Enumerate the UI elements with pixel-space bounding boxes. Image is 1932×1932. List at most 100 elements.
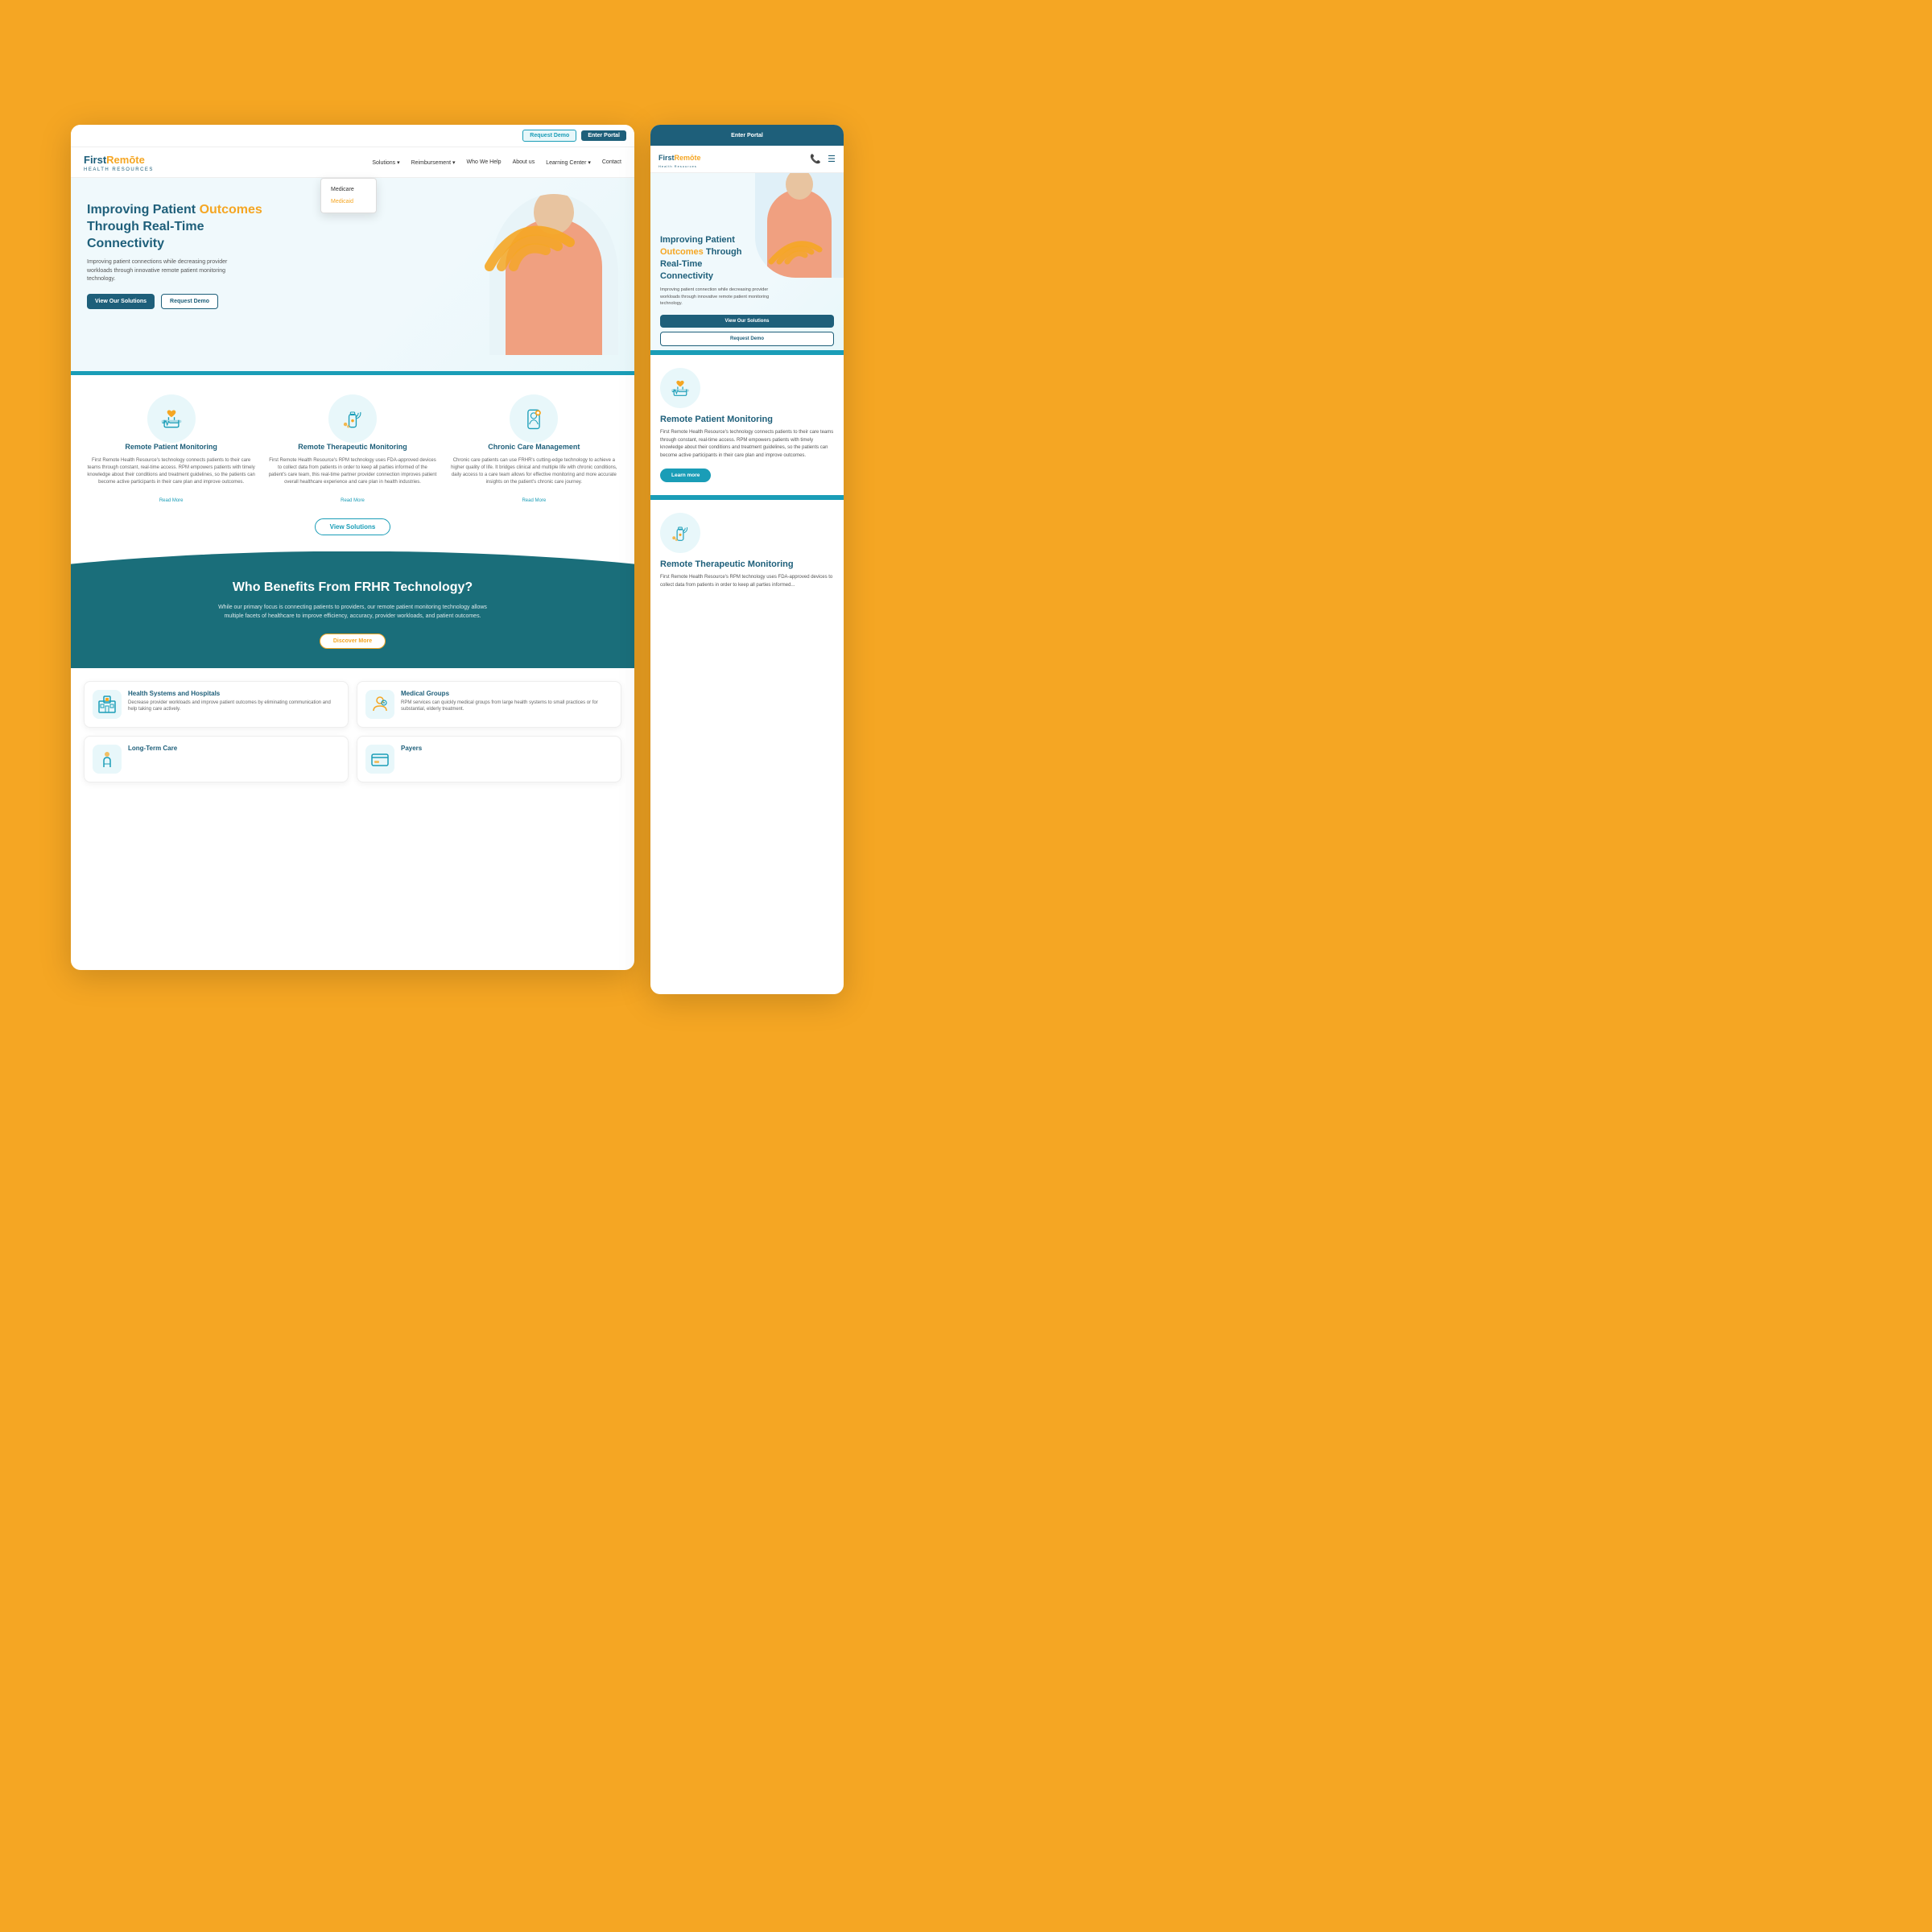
hero-wifi-graphic (457, 202, 586, 287)
ltc-icon (97, 749, 117, 769)
mobile-logo-sub: Health Resources (658, 164, 701, 168)
view-solutions-button[interactable]: View Our Solutions (87, 294, 155, 309)
benefit-card-health-systems: Health Systems and Hospitals Decrease pr… (84, 681, 349, 728)
mobile-rpm-title: Remote Patient Monitoring (660, 415, 834, 424)
mobile-wifi-svg (763, 229, 828, 270)
view-solutions-center: View Solutions (87, 518, 618, 535)
logo[interactable]: FirstRemōte HEALTH RESOURCES (84, 153, 154, 172)
solution-card-rtm: Remote Therapeutic Monitoring First Remo… (268, 394, 436, 506)
doctor-icon (370, 695, 390, 714)
mobile-rpm-icon (660, 368, 700, 408)
hero-title-highlight: Outcomes (200, 203, 262, 217)
nav-contact[interactable]: Contact (602, 159, 621, 165)
rtm-title: Remote Therapeutic Monitoring (268, 443, 436, 452)
desktop-topbar: Request Demo Enter Portal (71, 125, 634, 147)
hero-title-part1: Improving Patient Outcomes Through Real-… (87, 203, 262, 250)
hero-subtitle: Improving patient connections while decr… (87, 258, 248, 284)
solutions-grid: Remote Patient Monitoring First Remote H… (87, 394, 618, 506)
benefit-card-content-ltc: Long-Term Care (128, 745, 177, 754)
view-solutions-button-bottom[interactable]: View Solutions (315, 518, 391, 535)
mobile-topbar: Enter Portal (650, 125, 844, 146)
rpm-icon-circle (147, 394, 196, 443)
ccm-icon-circle (510, 394, 558, 443)
bottle-wifi-icon (340, 406, 365, 431)
mobile-hero-highlight: Outcomes (660, 247, 704, 257)
benefit-card-ltc: Long-Term Care (84, 736, 349, 782)
benefit-card-medical-groups: Medical Groups RPM services can quickly … (357, 681, 621, 728)
mobile-rtm-text: First Remote Health Resource's RPM techn… (660, 574, 834, 589)
mobile-hero-title: Improving Patient Outcomes Through Real-… (660, 234, 757, 282)
wifi-svg (457, 202, 586, 283)
mobile-rpm-text: First Remote Health Resource's technolog… (660, 429, 834, 460)
hand-heart-icon (159, 406, 184, 431)
nav-learning[interactable]: Learning Center ▾ (546, 159, 591, 166)
mobile-rtm-title: Remote Therapeutic Monitoring (660, 559, 834, 569)
mobile-hero: Improving Patient Outcomes Through Real-… (650, 173, 844, 350)
logo-remote: Remōte (106, 154, 145, 166)
phone-person-icon (521, 406, 547, 431)
benefit-card-content-health: Health Systems and Hospitals Decrease pr… (128, 690, 340, 713)
nav-who-we-help[interactable]: Who We Help (467, 159, 502, 165)
mobile-view-solutions-button[interactable]: View Our Solutions (660, 315, 834, 328)
rtm-text: First Remote Health Resource's RPM techn… (268, 457, 436, 486)
rpm-title: Remote Patient Monitoring (87, 443, 255, 452)
mobile-request-demo-button[interactable]: Request Demo (660, 332, 834, 346)
benefit-cards-grid: Health Systems and Hospitals Decrease pr… (71, 668, 634, 795)
discover-more-button[interactable]: Discover More (320, 634, 386, 649)
hospital-icon-wrap (93, 690, 122, 719)
solution-card-rpm: Remote Patient Monitoring First Remote H… (87, 394, 255, 506)
mobile-wifi-graphic (763, 229, 828, 274)
request-demo-hero-button[interactable]: Request Demo (161, 294, 218, 309)
benefit-card-payers: Payers (357, 736, 621, 782)
ccm-read-more[interactable]: Read More (522, 498, 546, 503)
payers-icon (370, 749, 390, 769)
payers-icon-wrap (365, 745, 394, 774)
mobile-hand-heart-icon (669, 377, 691, 399)
ccm-title: Chronic Care Management (450, 443, 618, 452)
mobile-solution-rtm: Remote Therapeutic Monitoring First Remo… (650, 500, 844, 609)
desktop-window: Request Demo Enter Portal FirstRemōte HE… (71, 125, 634, 970)
mobile-menu-icon[interactable]: ☰ (828, 154, 836, 164)
hospital-icon (97, 695, 117, 714)
rtm-read-more[interactable]: Read More (341, 498, 365, 503)
health-systems-title: Health Systems and Hospitals (128, 690, 340, 697)
mobile-logo[interactable]: FirstRemōte Health Resources (658, 150, 701, 168)
medical-groups-title: Medical Groups (401, 690, 613, 697)
nav-reimbursement[interactable]: Reimbursement ▾ (411, 159, 456, 166)
payers-title: Payers (401, 745, 422, 752)
dropdown-medicare[interactable]: Medicare (321, 184, 376, 196)
dropdown-medicaid[interactable]: Medicaid (321, 196, 376, 208)
nav-solutions[interactable]: Solutions ▾ (372, 159, 399, 166)
hero-title: Improving Patient Outcomes Through Real-… (87, 202, 264, 252)
mobile-window: Enter Portal FirstRemōte Health Resource… (650, 125, 844, 994)
solutions-section: Remote Patient Monitoring First Remote H… (71, 375, 634, 551)
mobile-rpm-learn-button[interactable]: Learn more (660, 469, 711, 482)
request-demo-button[interactable]: Request Demo (522, 130, 576, 142)
nav-about[interactable]: About us (513, 159, 535, 165)
ccm-text: Chronic care patients can use FRHR's cut… (450, 457, 618, 486)
enter-portal-button[interactable]: Enter Portal (581, 130, 626, 141)
doctor-icon-wrap (365, 690, 394, 719)
who-benefits-subtitle: While our primary focus is connecting pa… (216, 603, 489, 621)
mobile-person-head (786, 173, 813, 200)
mobile-topbar-text: Enter Portal (731, 133, 763, 138)
ltc-icon-wrap (93, 745, 122, 774)
rpm-text: First Remote Health Resource's technolog… (87, 457, 255, 486)
desktop-nav: FirstRemōte HEALTH RESOURCES Solutions ▾… (71, 147, 634, 178)
mobile-logo-remote: Remōte (675, 154, 701, 162)
nav-dropdown: Medicare Medicaid (320, 178, 377, 213)
mobile-rtm-icon (660, 513, 700, 553)
benefit-card-content-payers: Payers (401, 745, 422, 754)
rtm-icon-circle (328, 394, 377, 443)
mobile-hero-buttons: View Our Solutions Request Demo (660, 315, 834, 346)
mobile-bottle-wifi-icon (669, 522, 691, 544)
ltc-title: Long-Term Care (128, 745, 177, 752)
benefit-card-content-medical: Medical Groups RPM services can quickly … (401, 690, 613, 713)
mobile-logo-first: First (658, 154, 675, 162)
mobile-phone-icon[interactable]: 📞 (810, 154, 821, 164)
logo-sub: HEALTH RESOURCES (84, 167, 154, 172)
who-benefits-title: Who Benefits From FRHR Technology? (87, 580, 618, 595)
logo-first: First (84, 154, 106, 166)
rpm-read-more[interactable]: Read More (159, 498, 184, 503)
mobile-nav-icons: 📞 ☰ (810, 154, 836, 164)
